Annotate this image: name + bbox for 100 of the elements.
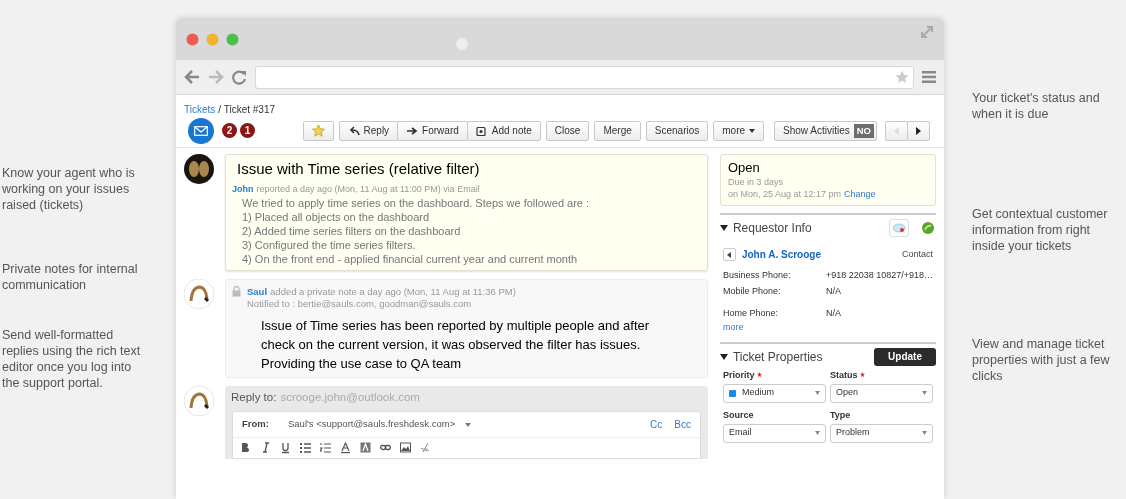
avatar-icon xyxy=(184,279,214,309)
message-meta: reported a day ago (Mon, 11 Aug at 11:00 PM) via Email xyxy=(256,183,480,196)
clear-format-icon[interactable] xyxy=(420,442,431,454)
section-heading: Ticket Properties xyxy=(732,348,823,366)
toolbar-button[interactable]: Scenarios xyxy=(645,120,709,141)
field-label: Home Phone: xyxy=(722,307,779,319)
cloud-icon[interactable] xyxy=(889,219,909,237)
lock-icon xyxy=(232,286,241,297)
reply-label: Reply to: xyxy=(231,390,277,405)
section-heading: Requestor Info xyxy=(732,220,812,237)
update-button[interactable]: Update xyxy=(874,347,936,366)
toolbar-button[interactable]: Merge xyxy=(594,120,641,141)
notified-text: Notified to : bertie@sauls.com, goodman@sauls.com xyxy=(247,298,473,310)
from-dropdown[interactable]: Saul's <support@sauls.freshdesk.com> xyxy=(288,417,472,432)
window-control-icon xyxy=(186,32,199,46)
message-line: 3) Configured the time series filters. xyxy=(241,238,417,252)
field-value: N/A xyxy=(825,307,842,319)
field-label: Source xyxy=(722,409,754,421)
callout-text: Your ticket's status and when it is due xyxy=(972,90,1101,122)
star-icon xyxy=(895,70,909,84)
field-label: Business Phone: xyxy=(722,269,792,281)
bcc-link[interactable]: Bcc xyxy=(674,417,691,432)
expand-icon xyxy=(920,25,934,39)
from-label: From: xyxy=(242,417,270,432)
numbered-list-icon[interactable] xyxy=(320,442,331,454)
avatar-icon xyxy=(184,386,214,416)
callout-text: Send well-formatted replies using the rich text editor once you log into the support portal. xyxy=(2,327,142,391)
callout-text: Get contextual customer information from right inside your tickets xyxy=(972,206,1109,254)
leaf-icon xyxy=(922,222,934,234)
due-text: Due in 3 days xyxy=(727,176,784,188)
message-title: Issue with Time series (relative filter) xyxy=(236,159,481,179)
caret-icon xyxy=(922,391,927,395)
count-badge: 2 xyxy=(222,123,237,138)
previous-icon xyxy=(894,126,899,135)
field-value: +918 22038 10827/+918… xyxy=(825,269,933,281)
required-icon xyxy=(860,371,866,377)
window-control-icon xyxy=(226,32,239,46)
select-field[interactable]: Open xyxy=(829,383,933,403)
field-label: Mobile Phone: xyxy=(722,285,782,297)
change-link[interactable]: Change xyxy=(844,188,876,200)
note-body: Issue of Time series has been reported by multiple people and after check on the current version, it was observed the filter has issues. Providing the use case to QA team xyxy=(260,317,651,373)
caret-icon xyxy=(814,431,820,435)
field-label: Type xyxy=(829,409,851,421)
message-line: 4) On the front end - applied financial current year and current month xyxy=(241,252,579,266)
menu-icon xyxy=(922,71,936,83)
required-icon xyxy=(757,371,763,377)
back-icon xyxy=(184,70,200,84)
select-field[interactable]: Email xyxy=(722,423,826,443)
breadcrumb-text: / Ticket #317 xyxy=(218,104,275,116)
italic-icon[interactable] xyxy=(260,442,271,454)
note-button[interactable]: Add note xyxy=(466,120,541,141)
reply-icon xyxy=(347,125,360,136)
text-color-icon[interactable] xyxy=(340,442,351,454)
star-icon xyxy=(311,124,325,137)
caret-icon xyxy=(465,422,472,427)
requester-name-link[interactable]: John A. Scrooge xyxy=(741,247,821,262)
more-link[interactable]: more xyxy=(719,321,936,335)
select-field[interactable]: Problem xyxy=(829,423,933,443)
caret-icon xyxy=(814,391,820,395)
forward-icon xyxy=(208,70,224,84)
image-icon[interactable] xyxy=(400,442,411,454)
show-activities-toggle[interactable]: Show Activities NO xyxy=(774,120,877,141)
mail-icon xyxy=(188,117,214,144)
count-badge: 1 xyxy=(240,123,255,138)
field-label: Status xyxy=(829,369,858,381)
reload-icon xyxy=(232,69,247,85)
due-date: on Mon, 25 Aug at 12:17 pm xyxy=(727,188,841,200)
message-line: We tried to apply time series on the dashboard. Steps we followed are : xyxy=(241,196,591,210)
select-field[interactable]: Medium xyxy=(722,383,826,403)
note-icon xyxy=(475,125,488,136)
toolbar-button[interactable]: more xyxy=(713,120,765,141)
bold-icon[interactable] xyxy=(240,442,251,454)
message-line: 1) Placed all objects on the dashboard xyxy=(241,210,431,224)
reply-button[interactable]: Reply xyxy=(338,120,399,141)
window-control-icon xyxy=(206,32,219,46)
message-line: 2) Added time series filters on the dashboard xyxy=(241,224,462,238)
callout-text: Know your agent who is working on your issues raised (tickets) xyxy=(2,165,136,213)
next-button[interactable] xyxy=(907,120,930,141)
author-link[interactable]: John xyxy=(232,182,254,196)
status-title: Open xyxy=(727,160,761,176)
next-icon xyxy=(916,126,921,135)
bulleted-list-icon[interactable] xyxy=(300,442,311,454)
highlight-icon[interactable] xyxy=(360,442,371,454)
callout-text: View and manage ticket properties with just a few clicks xyxy=(972,336,1111,384)
field-label: Priority xyxy=(722,369,755,381)
avatar-icon xyxy=(184,154,214,184)
caret-icon xyxy=(749,128,756,133)
breadcrumb-link[interactable]: Tickets xyxy=(184,104,216,116)
note-meta: added a private note a day ago (Mon, 11 Aug at 11:36 PM) xyxy=(270,286,516,298)
toolbar-button[interactable]: Close xyxy=(545,120,590,141)
author-link[interactable]: Saul xyxy=(247,286,268,298)
reply-to-address: scrooge.john@outlook.com xyxy=(280,390,420,405)
field-value: N/A xyxy=(825,285,842,297)
contact-label: Contact xyxy=(901,247,933,261)
reply-editor[interactable]: From: Saul's <support@sauls.freshdesk.com> Cc Bcc xyxy=(232,411,701,459)
collapse-button[interactable] xyxy=(722,248,736,261)
callout-text: Private notes for internal communication xyxy=(2,261,139,293)
forward-button[interactable]: Forward xyxy=(397,120,468,141)
underline-icon[interactable] xyxy=(280,442,291,454)
cc-link[interactable]: Cc xyxy=(650,417,663,432)
